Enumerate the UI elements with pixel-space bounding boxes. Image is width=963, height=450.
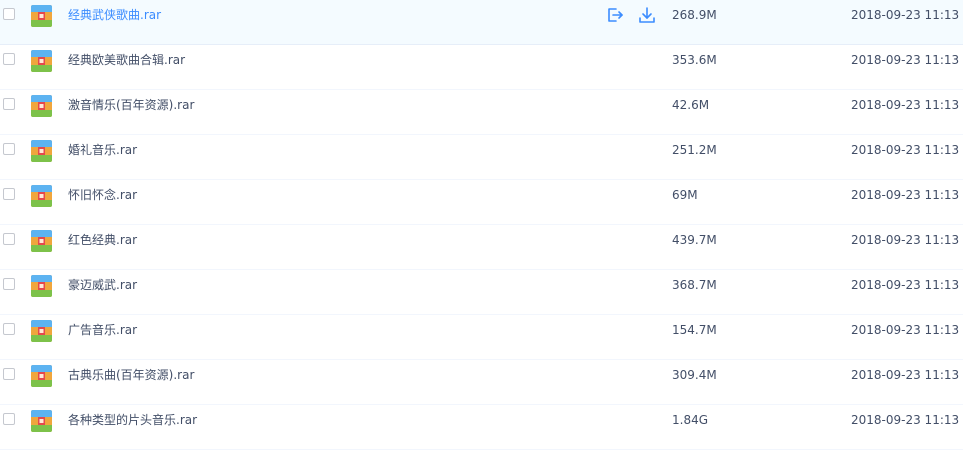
file-name-link[interactable]: 广告音乐.rar [68,322,137,338]
file-row[interactable]: 婚礼音乐.rar 251.2M 2018-09-23 11:13 [0,135,963,180]
rar-archive-icon [31,140,52,162]
file-size: 69M [672,188,698,202]
file-modified-date: 2018-09-23 11:13 [851,8,960,22]
rar-archive-icon [31,230,52,252]
row-checkbox[interactable] [3,98,15,110]
file-name-link[interactable]: 婚礼音乐.rar [68,142,137,158]
file-name-link[interactable]: 经典欧美歌曲合辑.rar [68,52,185,68]
file-size: 1.84G [672,413,709,427]
file-row[interactable]: 各种类型的片头音乐.rar 1.84G 2018-09-23 11:13 [0,405,963,450]
row-checkbox[interactable] [3,53,15,65]
file-modified-date: 2018-09-23 11:13 [851,143,960,157]
file-size: 154.7M [672,323,717,337]
file-modified-date: 2018-09-23 11:13 [851,233,960,247]
file-modified-date: 2018-09-23 11:13 [851,53,960,67]
file-row[interactable]: 豪迈威武.rar 368.7M 2018-09-23 11:13 [0,270,963,315]
file-size: 42.6M [672,98,710,112]
file-size: 368.7M [672,278,717,292]
file-size: 309.4M [672,368,717,382]
file-name-link[interactable]: 红色经典.rar [68,232,137,248]
file-name-link[interactable]: 怀旧怀念.rar [68,187,137,203]
file-modified-date: 2018-09-23 11:13 [851,188,960,202]
row-checkbox[interactable] [3,233,15,245]
file-row[interactable]: 红色经典.rar 439.7M 2018-09-23 11:13 [0,225,963,270]
rar-archive-icon [31,365,52,387]
row-checkbox[interactable] [3,278,15,290]
row-checkbox[interactable] [3,143,15,155]
row-checkbox[interactable] [3,8,15,20]
share-icon[interactable] [606,6,624,24]
rar-archive-icon [31,410,52,432]
rar-archive-icon [31,185,52,207]
download-icon[interactable] [638,6,656,24]
rar-archive-icon [31,95,52,117]
file-row[interactable]: 广告音乐.rar 154.7M 2018-09-23 11:13 [0,315,963,360]
file-modified-date: 2018-09-23 11:13 [851,323,960,337]
row-checkbox[interactable] [3,368,15,380]
file-row[interactable]: 怀旧怀念.rar 69M 2018-09-23 11:13 [0,180,963,225]
file-name-link[interactable]: 经典武侠歌曲.rar [68,7,161,23]
file-row[interactable]: 经典欧美歌曲合辑.rar 353.6M 2018-09-23 11:13 [0,45,963,90]
row-checkbox[interactable] [3,188,15,200]
file-size: 353.6M [672,53,717,67]
file-size: 268.9M [672,8,717,22]
file-modified-date: 2018-09-23 11:13 [851,278,960,292]
rar-archive-icon [31,50,52,72]
file-row[interactable]: 经典武侠歌曲.rar 268.9M 2018-09-23 11:13 [0,0,963,45]
row-checkbox[interactable] [3,323,15,335]
file-name-link[interactable]: 豪迈威武.rar [68,277,137,293]
row-checkbox[interactable] [3,413,15,425]
file-row[interactable]: 古典乐曲(百年资源).rar 309.4M 2018-09-23 11:13 [0,360,963,405]
rar-archive-icon [31,320,52,342]
file-size: 251.2M [672,143,717,157]
file-modified-date: 2018-09-23 11:13 [851,98,960,112]
file-name-link[interactable]: 各种类型的片头音乐.rar [68,412,197,428]
file-name-link[interactable]: 激音情乐(百年资源).rar [68,97,194,113]
rar-archive-icon [31,275,52,297]
file-name-link[interactable]: 古典乐曲(百年资源).rar [68,367,194,383]
rar-archive-icon [31,5,52,27]
file-row[interactable]: 激音情乐(百年资源).rar 42.6M 2018-09-23 11:13 [0,90,963,135]
file-modified-date: 2018-09-23 11:13 [851,413,960,427]
file-list: 经典武侠歌曲.rar 268.9M 2018-09-23 11:13 经典欧美歌曲合辑… [0,0,963,450]
file-size: 439.7M [672,233,717,247]
file-modified-date: 2018-09-23 11:13 [851,368,960,382]
